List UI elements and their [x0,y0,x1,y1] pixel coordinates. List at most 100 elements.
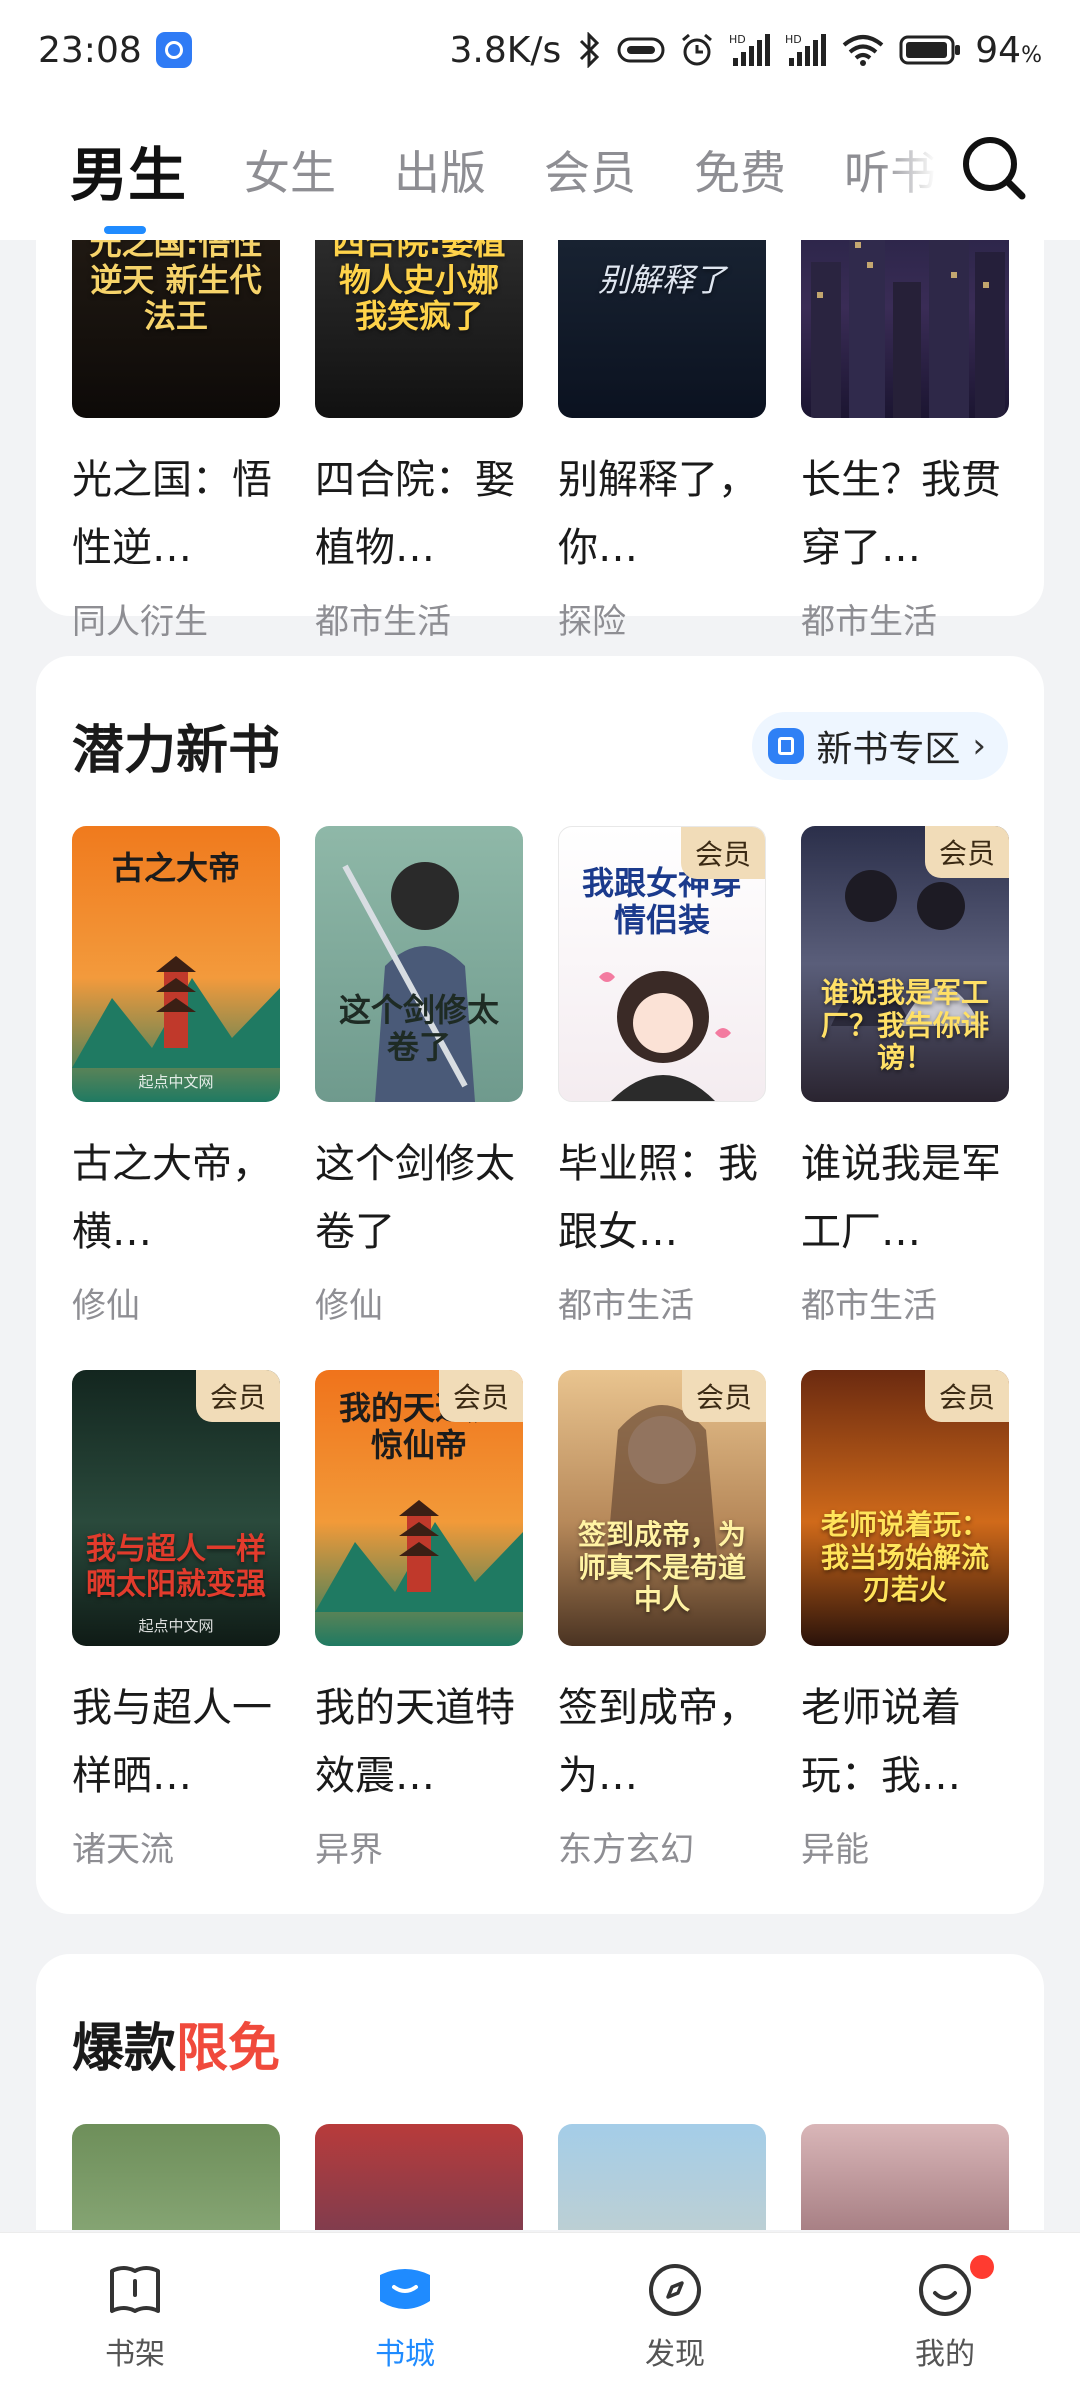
book-cover: 我跟女神穿情侣装 会员 [558,826,766,1102]
book-cover: 我的天道震惊仙帝 会员 [315,1370,523,1646]
book-genre: 修仙 [315,1286,383,1326]
signal-icon-2: HD [785,32,827,68]
nav-discover[interactable]: 发现 [540,2233,810,2400]
book-item[interactable]: 古之大帝 起点中文网 古之大帝，横… 修仙 [72,826,280,1327]
nav-label: 书架 [105,2336,165,2372]
nav-bookshelf[interactable]: 书架 [0,2233,270,2400]
book-title: 古之大帝，横… [72,1141,272,1255]
book-cover: 别解释了 [558,240,766,418]
cover-title: 四合院:娶植物人史小娜 我笑疯了 [332,240,506,336]
bookmark-icon [768,728,805,764]
book-item[interactable]: 光之国:悟性逆天 新生代法王 光之国：悟性逆… 同人衍生 [72,240,280,643]
search-button[interactable] [958,132,1028,202]
book-title: 谁说我是军工厂… [801,1141,1001,1255]
battery-unit: % [1021,42,1042,68]
signal-icon-1: HD [729,32,771,68]
book-item[interactable]: 四合院:娶植物人史小娜 我笑疯了 四合院：娶植物… 都市生活 [315,240,523,643]
tab-audiobook[interactable]: 听书 [844,137,936,203]
book-item[interactable]: 谁说我是军工厂？我告你诽谤！ 会员 谁说我是军工厂… 都市生活 [801,826,1009,1327]
section-title-highlight: 限免 [176,2019,281,2079]
book-cover: 老师说着玩：我当场始解流刃若火 会员 [801,1370,1009,1646]
battery-icon [899,34,961,66]
nav-bookstore[interactable]: 书城 [270,2233,540,2400]
vip-badge: 会员 [924,826,1009,878]
tab-female[interactable]: 女生 [244,137,336,203]
book-genre: 同人衍生 [72,602,208,642]
book-cover [72,2124,280,2230]
book-genre: 都市生活 [558,1286,694,1326]
book-item[interactable]: 我与超人一样晒太阳就变强 起点中文网 会员 我与超人一样晒… 诸天流 [72,1370,280,1871]
profile-icon [919,2263,971,2316]
section-title: 潜力新书 [72,721,281,781]
chevron-right-icon: › [972,726,986,766]
notification-dot [970,2255,994,2279]
cover-title: 老师说着玩：我当场始解流刃若火 [820,1508,989,1606]
bottom-navigation: 书架 书城 发现 我的 [0,2232,1080,2400]
zone-button-label: 新书专区 [816,729,961,770]
vip-badge: 会员 [195,1370,280,1422]
tab-member[interactable]: 会员 [544,137,636,203]
tab-male[interactable]: 男生 [70,128,186,234]
wifi-icon [841,33,885,67]
bluetooth-icon [575,32,603,68]
status-time: 23:08 [38,29,142,71]
tab-publish[interactable]: 出版 [394,137,486,203]
section-title: 爆款限免 [72,2006,280,2081]
book-cover: 光之国:悟性逆天 新生代法王 [72,240,280,418]
book-item[interactable]: 签到成帝，为师真不是苟道中人 会员 签到成帝，为… 东方玄幻 [558,1370,766,1871]
book-genre: 修仙 [72,1286,140,1326]
book-title: 我与超人一样晒… [72,1685,272,1799]
book-genre: 都市生活 [801,602,937,642]
cover-title: 这个剑修太卷了 [338,991,499,1067]
bookstore-icon [380,2268,430,2309]
book-cover: 四合院:娶植物人史小娜 我笑疯了 [315,240,523,418]
book-item[interactable] [558,2124,766,2230]
city-skyline-image [811,240,1005,418]
book-item[interactable]: 我的天道震惊仙帝 会员 我的天道特效震… 异界 [315,1370,523,1871]
book-title: 长生？我贯穿了… [801,457,1001,571]
section-title-main: 爆款 [72,2019,177,2079]
book-item[interactable]: 别解释了 别解释了，你… 探险 [558,240,766,643]
tab-free[interactable]: 免费 [694,137,786,203]
book-genre: 异界 [315,1830,383,1870]
book-cover [801,240,1009,418]
compass-icon [649,2263,701,2316]
book-cover: 这个剑修太卷了 [315,826,523,1102]
content-feed[interactable]: 光之国:悟性逆天 新生代法王 光之国：悟性逆… 同人衍生 四合院:娶植物人史小娜… [0,240,1080,2230]
book-item[interactable]: 这个剑修太卷了 这个剑修太卷了 修仙 [315,826,523,1327]
book-title: 我的天道特效震… [315,1685,515,1799]
category-tabs: 男生 女生 出版 会员 免费 听书 [0,100,1080,240]
network-speed: 3.8K/s [449,29,562,71]
search-icon [963,137,1026,200]
book-cover [558,2124,766,2230]
cover-title: 签到成帝，为师真不是苟道中人 [577,1518,746,1616]
book-item[interactable] [801,2124,1009,2230]
publisher-label: 起点中文网 [138,1073,214,1091]
book-item[interactable]: 我跟女神穿情侣装 会员 毕业照：我跟女… 都市生活 [558,826,766,1327]
book-genre: 探险 [558,602,626,642]
book-item[interactable]: 长生？我贯穿了… 都市生活 [801,240,1009,643]
nav-profile[interactable]: 我的 [810,2233,1080,2400]
free-books-card: 爆款限免 [36,1954,1044,2230]
battery-level: 94 [975,29,1022,71]
new-books-zone-button[interactable]: 新书专区 › [752,712,1008,780]
recommend-card: 光之国:悟性逆天 新生代法王 光之国：悟性逆… 同人衍生 四合院:娶植物人史小娜… [36,240,1044,642]
book-item[interactable] [72,2124,280,2230]
book-title: 光之国：悟性逆… [72,457,272,571]
link-icon [617,35,665,65]
book-cover [315,2124,523,2230]
book-genre: 都市生活 [801,1286,937,1326]
bookshelf-icon [110,2265,160,2313]
book-title: 这个剑修太卷了 [315,1141,515,1255]
status-bar: 23:08 3.8K/s HD HD 94% [0,0,1080,100]
svg-text:HD: HD [785,33,802,46]
nav-label: 我的 [915,2336,975,2372]
cover-title: 光之国:悟性逆天 新生代法王 [89,240,263,336]
book-item[interactable]: 老师说着玩：我当场始解流刃若火 会员 老师说着玩：我… 异能 [801,1370,1009,1871]
book-item[interactable] [315,2124,523,2230]
publisher-label: 起点中文网 [138,1617,214,1635]
cover-title: 古之大帝 [111,849,240,887]
cover-title: 我与超人一样晒太阳就变强 [86,1532,266,1602]
vip-badge: 会员 [680,827,765,879]
nav-label: 发现 [645,2336,705,2372]
